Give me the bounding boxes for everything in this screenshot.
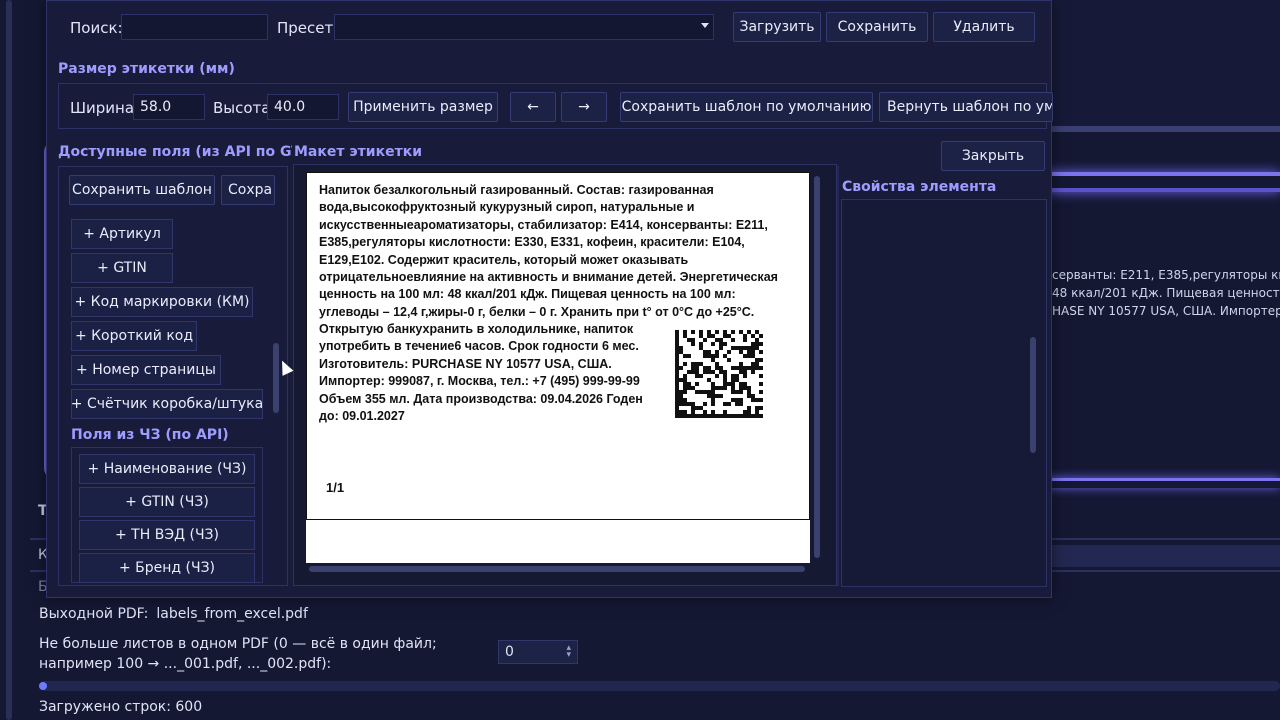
main-right-field	[1052, 545, 1280, 567]
height-input[interactable]	[267, 94, 339, 120]
preset-label: Пресет:	[277, 19, 339, 37]
datamatrix-code-icon[interactable]	[675, 330, 763, 418]
output-pdf-label: Выходной PDF:	[39, 606, 149, 622]
width-input[interactable]	[133, 94, 205, 120]
max-sheets-label: Не больше листов в одном PDF (0 — всё в …	[39, 636, 437, 672]
properties-title: Свойства элемента	[842, 179, 997, 195]
search-input[interactable]	[121, 14, 268, 40]
field-marking-code-button[interactable]: + Код маркировки (КМ)	[71, 287, 253, 317]
field-box-counter-button[interactable]: + Счётчик коробка/штука	[71, 389, 263, 419]
panel-splitter[interactable]	[837, 166, 839, 586]
save-as-button[interactable]: Сохра	[221, 175, 275, 205]
main-window-rail	[6, 0, 12, 720]
layout-horizontal-scrollbar[interactable]	[309, 566, 805, 572]
load-button[interactable]: Загрузить	[733, 12, 821, 42]
arrow-right-icon[interactable]: →	[561, 92, 607, 122]
apply-size-button[interactable]: Применить размер	[348, 92, 498, 122]
field-page-number-button[interactable]: + Номер страницы	[71, 355, 221, 385]
field-cz-gtin-button[interactable]: + GTIN (ЧЗ)	[79, 487, 255, 517]
spin-arrows-icon[interactable]: ▴ ▾	[566, 644, 571, 660]
arrow-left-icon[interactable]: ←	[510, 92, 556, 122]
save-button[interactable]: Сохранить	[826, 12, 928, 42]
available-fields-title: Доступные поля (из API по GTII	[58, 144, 292, 160]
properties-box	[841, 199, 1047, 587]
save-default-template-button[interactable]: Сохранить шаблон по умолчанию	[620, 92, 873, 122]
preview-text-line: HASE NY 10577 USA, США. Импортер: 9990	[1052, 304, 1280, 318]
main-accent-bar-2	[1040, 478, 1280, 488]
layout-title: Макет этикетки	[294, 144, 423, 160]
label-page-number[interactable]: 1/1	[326, 480, 344, 495]
progress-knob	[39, 682, 47, 690]
output-pdf-field[interactable]: labels_from_excel.pdf	[156, 606, 308, 622]
delete-button[interactable]: Удалить	[933, 12, 1035, 42]
chevron-down-icon[interactable]	[701, 23, 709, 28]
label-composition-text[interactable]: Напиток безалкогольный газированный. Сос…	[319, 182, 797, 321]
field-article-button[interactable]: + Артикул	[71, 219, 173, 249]
max-sheets-value: 0	[505, 644, 514, 660]
field-cz-brand-button[interactable]: + Бренд (ЧЗ)	[79, 553, 255, 583]
field-cz-tnved-button[interactable]: + ТН ВЭД (ЧЗ)	[79, 520, 255, 550]
label-info-text[interactable]: Открытую банкухранить в холодильнике, на…	[319, 321, 664, 425]
preset-combobox[interactable]	[334, 14, 714, 40]
status-text: Загружено строк: 600	[39, 699, 203, 715]
main-right-strip	[1040, 126, 1280, 132]
cz-fields-title: Поля из ЧЗ (по API)	[71, 427, 229, 443]
main-accent-bar	[1040, 172, 1280, 192]
output-pdf-row: Выходной PDF: labels_from_excel.pdf	[39, 606, 308, 622]
properties-scrollbar[interactable]	[1030, 337, 1036, 453]
template-editor-dialog: Поиск: Пресет: Загрузить Сохранить Удали…	[46, 0, 1053, 598]
layout-vertical-scrollbar[interactable]	[814, 176, 820, 558]
field-cz-name-button[interactable]: + Наименование (ЧЗ)	[79, 454, 255, 484]
fields-scrollbar[interactable]	[273, 343, 279, 413]
preview-text-line: 48 ккал/201 кДж. Пищевая ценность на 10	[1052, 286, 1280, 300]
width-label: Ширина:	[70, 99, 140, 117]
preview-text-line: сервaнты: Е211, Е385,регуляторы кислотно…	[1052, 268, 1280, 282]
label-size-title: Размер этикетки (мм)	[58, 61, 235, 77]
close-button[interactable]: Закрыть	[941, 141, 1045, 171]
main-right-area	[1052, 0, 1280, 128]
search-label: Поиск:	[70, 19, 123, 37]
field-gtin-button[interactable]: + GTIN	[71, 253, 173, 283]
max-sheets-spinbox[interactable]: 0 ▴ ▾	[498, 640, 578, 664]
progress-bar	[39, 681, 1280, 691]
save-template-button[interactable]: Сохранить шаблон	[69, 175, 215, 205]
main-preview-text: сервaнты: Е211, Е385,регуляторы кислотно…	[1052, 266, 1280, 320]
field-short-code-button[interactable]: + Короткий код	[71, 321, 197, 351]
restore-default-template-button[interactable]: Вернуть шаблон по умо	[879, 92, 1053, 122]
label-preview[interactable]: Напиток безалкогольный газированный. Сос…	[306, 172, 810, 563]
